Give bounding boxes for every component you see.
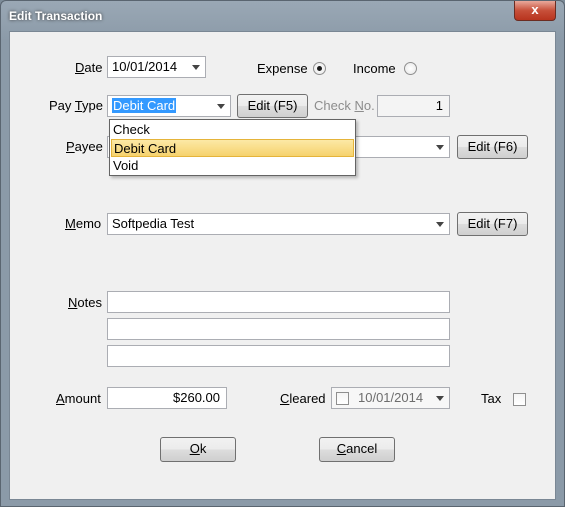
dialog-body: Date 10/01/2014 Expense Income Pay Type … (9, 31, 556, 500)
window-title: Edit Transaction (9, 9, 103, 23)
chevron-down-icon[interactable] (192, 65, 200, 70)
cleared-date-picker[interactable]: 10/01/2014 (331, 387, 450, 409)
notes-line-1[interactable] (107, 291, 450, 313)
chevron-down-icon[interactable] (436, 396, 444, 401)
close-button[interactable]: x (514, 1, 556, 21)
chevron-down-icon[interactable] (436, 222, 444, 227)
memo-value: Softpedia Test (112, 216, 195, 231)
notes-label: Notes (68, 295, 102, 310)
dropdown-option-void[interactable]: Void (111, 157, 354, 175)
cleared-label: Cleared (280, 391, 326, 406)
income-label: Income (353, 61, 396, 76)
pay-type-dropdown-list[interactable]: Check Debit Card Void (109, 119, 356, 176)
amount-label: Amount (56, 391, 101, 406)
notes-line-2[interactable] (107, 318, 450, 340)
close-icon: x (531, 2, 539, 17)
chevron-down-icon[interactable] (436, 145, 444, 150)
date-picker[interactable]: 10/01/2014 (107, 56, 206, 78)
date-label: Date (75, 60, 103, 75)
edit-pay-type-button[interactable]: Edit (F5) (237, 94, 308, 118)
payee-label: Payee (66, 139, 103, 154)
title-bar[interactable]: Edit Transaction x (1, 1, 564, 31)
check-no-field[interactable]: 1 (377, 95, 450, 117)
expense-label: Expense (257, 61, 308, 76)
ok-button[interactable]: Ok (160, 437, 236, 462)
dropdown-option-debit-card[interactable]: Debit Card (111, 139, 354, 157)
cancel-button[interactable]: Cancel (319, 437, 395, 462)
cleared-checkbox[interactable] (336, 392, 349, 405)
amount-field[interactable]: $260.00 (107, 387, 227, 409)
check-no-label: Check No. (314, 98, 375, 113)
income-radio[interactable] (404, 62, 417, 75)
pay-type-label: Pay Type (49, 98, 103, 113)
expense-radio[interactable] (313, 62, 326, 75)
dropdown-option-check[interactable]: Check (111, 121, 354, 139)
date-value: 10/01/2014 (112, 59, 178, 74)
memo-label: Memo (65, 216, 102, 231)
edit-transaction-window: Edit Transaction x Date 10/01/2014 Expen… (0, 0, 565, 507)
pay-type-combo[interactable]: Debit Card (107, 95, 231, 117)
tax-checkbox[interactable] (513, 393, 526, 406)
pay-type-value: Debit Card (112, 98, 177, 113)
memo-combo[interactable]: Softpedia Test (107, 213, 450, 235)
edit-memo-button[interactable]: Edit (F7) (457, 212, 528, 236)
chevron-down-icon[interactable] (217, 104, 225, 109)
edit-payee-button[interactable]: Edit (F6) (457, 135, 528, 159)
tax-label: Tax (481, 391, 502, 406)
cleared-date-value: 10/01/2014 (358, 390, 424, 405)
notes-line-3[interactable] (107, 345, 450, 367)
radio-selected-dot-icon (317, 66, 322, 71)
